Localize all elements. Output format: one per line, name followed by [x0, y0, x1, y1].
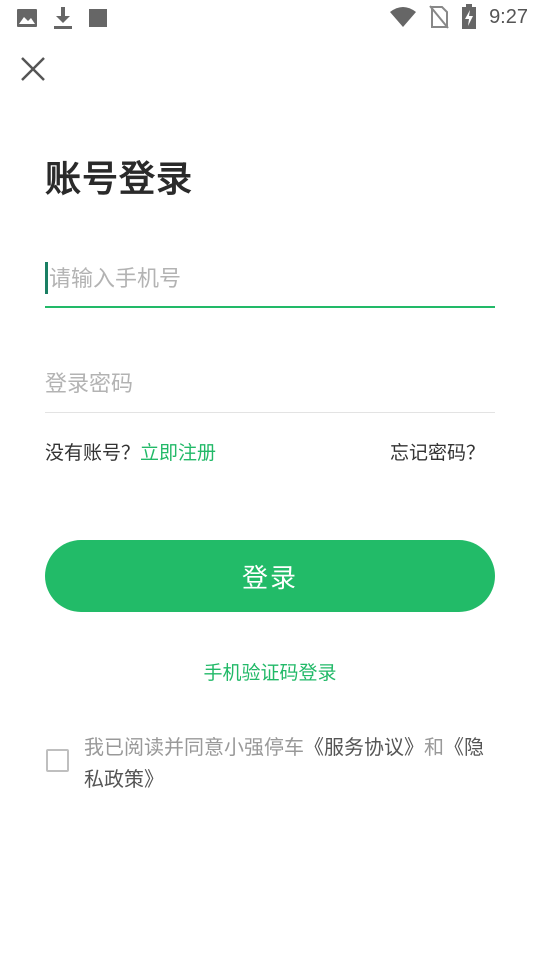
account-links-row: 没有账号？立即注册 忘记密码？	[45, 438, 495, 466]
square-icon	[89, 9, 107, 27]
password-input[interactable]	[45, 357, 495, 412]
agreement-checkbox[interactable]	[46, 749, 69, 772]
service-agreement-link[interactable]: 《服务协议》	[304, 735, 424, 759]
register-link[interactable]: 立即注册	[140, 442, 216, 464]
phone-field[interactable]	[45, 252, 495, 308]
agreement-text: 我已阅读并同意小强停车《服务协议》和《隐私政策》	[84, 731, 484, 795]
status-time: 9:27	[489, 5, 528, 28]
text-caret	[45, 262, 48, 294]
agreement-prefix: 我已阅读并同意小强停车	[84, 735, 304, 759]
image-icon	[17, 9, 37, 27]
status-left-icons	[16, 6, 108, 30]
phone-input[interactable]	[45, 252, 495, 306]
status-bar: 9:27	[0, 0, 540, 36]
login-button[interactable]: 登录	[45, 540, 495, 612]
battery-charging-icon	[462, 4, 477, 29]
agreement-and: 和	[424, 735, 444, 759]
password-field[interactable]	[45, 357, 495, 413]
close-button[interactable]	[16, 52, 52, 88]
no-account-prompt: 没有账号？立即注册	[45, 438, 216, 465]
page-title: 账号登录	[45, 159, 194, 200]
forgot-password-link[interactable]: 忘记密码？	[390, 438, 485, 465]
sms-login-link[interactable]: 手机验证码登录	[0, 658, 540, 685]
close-icon	[21, 57, 45, 81]
no-account-text: 没有账号？	[45, 442, 141, 464]
wifi-icon	[390, 7, 417, 27]
no-sim-icon	[429, 5, 449, 29]
status-right-icons: 9:27	[389, 4, 528, 30]
download-icon	[54, 7, 72, 29]
